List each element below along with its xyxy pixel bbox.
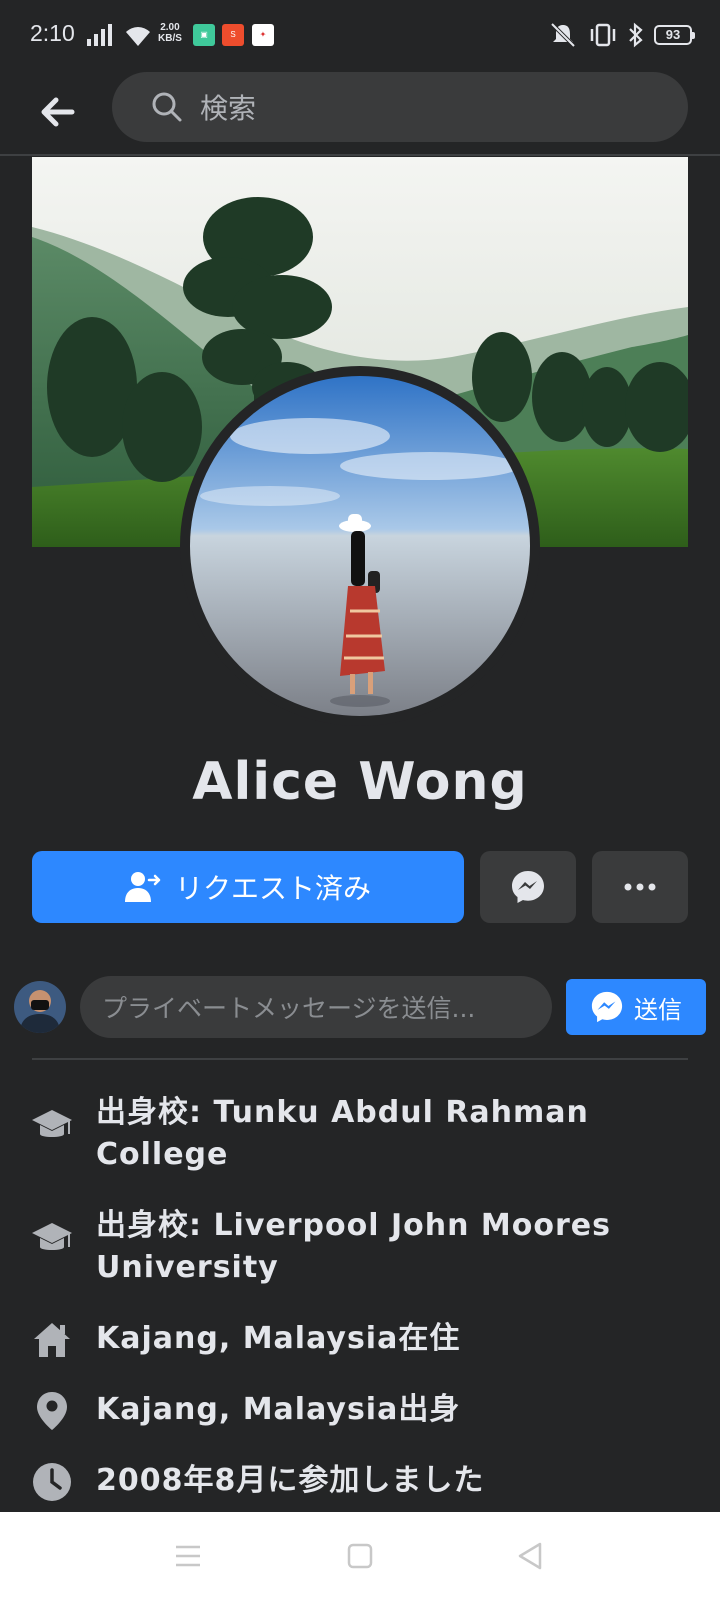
private-message-input[interactable]: プライベートメッセージを送信... <box>80 976 552 1038</box>
network-speed: 2.00 KB/S <box>158 22 182 44</box>
avatar <box>14 981 66 1033</box>
user-check-icon <box>124 872 161 902</box>
status-bar: 2:10 2.00 KB/S ▣ S ✦ 93 <box>0 0 720 70</box>
messenger-button[interactable] <box>480 851 576 923</box>
message-placeholder: プライベートメッセージを送信... <box>102 994 476 1023</box>
info-text: 2008年8月に参加しました <box>96 1463 485 1498</box>
triangle-back-icon <box>518 1542 542 1570</box>
profile-name: Alice Wong <box>192 752 528 812</box>
search-icon <box>152 92 182 122</box>
mute-icon <box>550 22 576 48</box>
more-button[interactable] <box>592 851 688 923</box>
graduation-cap-icon <box>30 1217 74 1261</box>
messenger-icon <box>591 991 623 1023</box>
clock-icon <box>30 1460 74 1504</box>
friend-request-label: リクエスト済み <box>174 872 371 905</box>
square-icon <box>347 1543 373 1569</box>
friend-request-sent-button[interactable]: リクエスト済み <box>32 851 464 923</box>
search-input[interactable]: 検索 <box>112 72 688 142</box>
bluetooth-icon <box>629 22 643 48</box>
home-icon <box>30 1318 74 1362</box>
info-text: 出身校: Tunku Abdul Rahman College <box>96 1095 589 1172</box>
vibrate-icon <box>590 23 616 47</box>
profile-picture[interactable] <box>180 366 540 726</box>
graduation-cap-icon <box>30 1104 74 1148</box>
divider <box>32 1058 688 1060</box>
battery-icon: 93 <box>654 25 695 45</box>
location-pin-icon <box>30 1389 74 1433</box>
info-text: 出身校: Liverpool John Moores University <box>96 1208 611 1285</box>
send-label: 送信 <box>634 995 682 1024</box>
shopee-icon: S <box>222 24 244 46</box>
signal-icon <box>87 24 112 46</box>
messenger-icon <box>512 871 544 903</box>
arrow-left-icon <box>41 97 75 127</box>
top-bar: 検索 <box>0 70 720 156</box>
battery-level: 93 <box>665 27 681 42</box>
status-right: 93 <box>548 22 695 48</box>
menu-nav-button[interactable] <box>166 1534 210 1578</box>
back-button[interactable] <box>36 90 80 134</box>
status-time: 2:10 <box>30 20 75 46</box>
network-speed-unit: KB/S <box>158 33 182 44</box>
app-icon: ▣ <box>193 24 215 46</box>
info-text: Kajang, Malaysia出身 <box>96 1392 461 1427</box>
search-placeholder: 検索 <box>200 92 257 125</box>
home-nav-button[interactable] <box>338 1534 382 1578</box>
network-speed-value: 2.00 <box>160 22 180 33</box>
wifi-icon <box>126 27 150 46</box>
app-icon: ✦ <box>252 24 274 46</box>
back-nav-button[interactable] <box>508 1534 552 1578</box>
system-nav-bar <box>0 1512 720 1600</box>
more-icon <box>624 883 656 891</box>
send-button[interactable]: 送信 <box>566 979 706 1035</box>
info-text: Kajang, Malaysia在住 <box>96 1321 461 1356</box>
menu-icon <box>176 1545 200 1567</box>
